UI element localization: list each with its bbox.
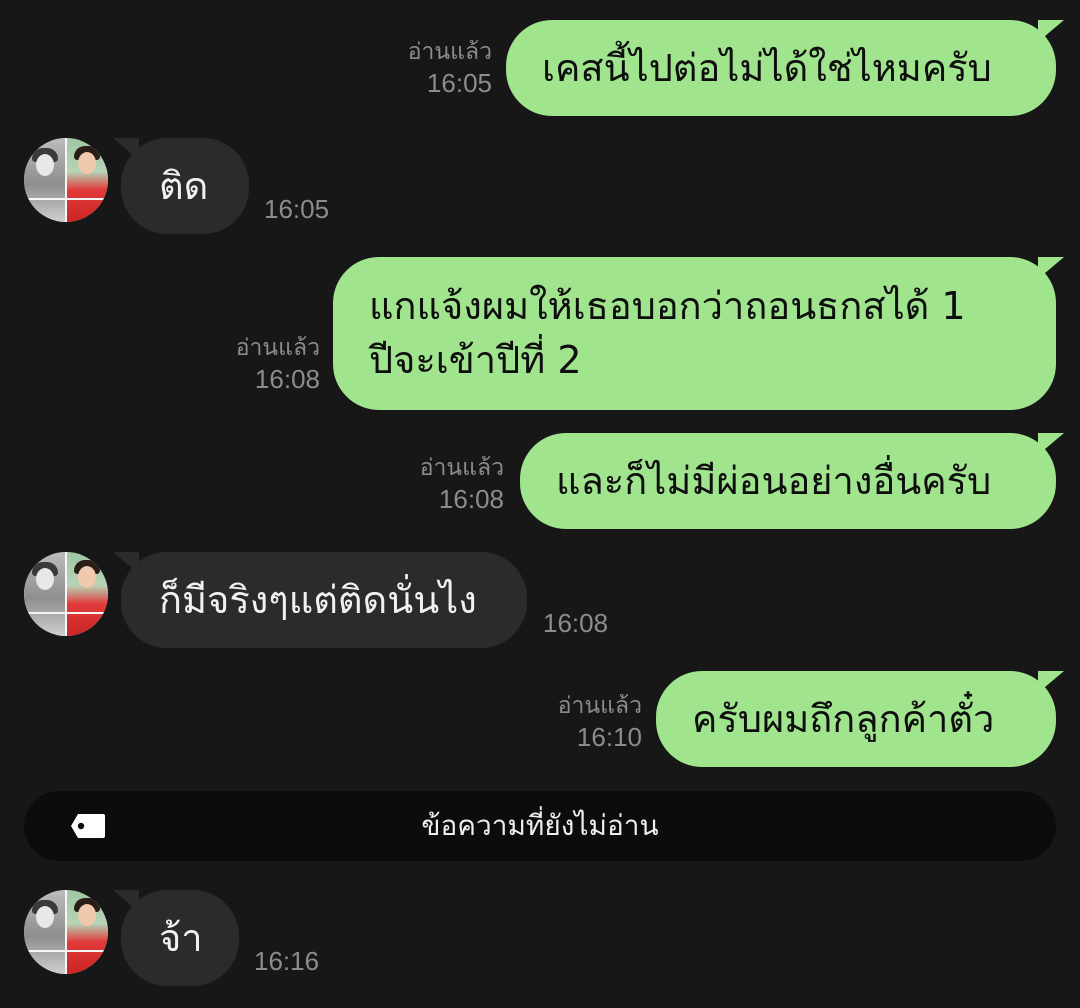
contact-avatar[interactable] (24, 552, 108, 636)
outgoing-message[interactable]: ครับผมถึกลูกค้าตั๋ว (656, 671, 1064, 767)
read-receipt: อ่านแล้ว (407, 38, 492, 64)
message-time: 16:08 (438, 484, 504, 514)
outgoing-message[interactable]: แกแจ้งผมให้เธอบอกว่าถอนธกสได้ 1 ปีจะเข้า… (333, 257, 1064, 410)
message-time: 16:08 (254, 364, 320, 394)
message-text-line: แกแจ้งผมให้เธอบอกว่าถอนธกสได้ 1 (369, 284, 966, 328)
bubble-tail (1038, 671, 1064, 693)
message-text: ติด (159, 164, 209, 208)
bubble-tail (1038, 257, 1064, 279)
read-receipt: อ่านแล้ว (235, 334, 320, 360)
message-time: 16:10 (576, 722, 642, 752)
message-time: 16:16 (254, 946, 320, 976)
incoming-message[interactable]: จ้า (113, 890, 239, 986)
message-meta: อ่านแล้ว 16:08 (374, 452, 504, 516)
message-text-line: ปีจะเข้าปีที่ 2 (369, 338, 582, 382)
outgoing-message[interactable]: และก็ไม่มีผ่อนอย่างอื่นครับ (520, 433, 1064, 529)
incoming-message[interactable]: ก็มีจริงๆแต่ติดนั่นไง (113, 552, 527, 648)
incoming-message[interactable]: ติด (113, 138, 249, 234)
bubble-tail (113, 890, 139, 912)
message-time: 16:05 (264, 194, 330, 224)
bubble-tail (1038, 20, 1064, 42)
outgoing-message[interactable]: เคสนี้ไปต่อไม่ได้ใช่ไหมครับ (506, 20, 1064, 116)
unread-banner-label: ข้อความที่ยังไม่อ่าน (421, 809, 659, 842)
message-meta: อ่านแล้ว 16:08 (190, 332, 320, 396)
read-receipt: อ่านแล้ว (419, 454, 504, 480)
message-meta: อ่านแล้ว 16:10 (510, 690, 642, 754)
message-text: ก็มีจริงๆแต่ติดนั่นไง (159, 578, 477, 622)
bubble-tail (113, 552, 139, 574)
bubble-tail (1038, 433, 1064, 455)
message-time: 16:08 (543, 608, 609, 638)
message-meta: อ่านแล้ว 16:05 (360, 36, 492, 100)
message-text: และก็ไม่มีผ่อนอย่างอื่นครับ (556, 459, 992, 503)
chat-window: อ่านแล้ว 16:05 เคสนี้ไปต่อไม่ได้ใช่ไหมคร… (0, 0, 1080, 1008)
message-text: จ้า (159, 916, 203, 960)
message-time: 16:05 (426, 68, 492, 98)
read-receipt: อ่านแล้ว (557, 692, 642, 718)
message-text: ครับผมถึกลูกค้าตั๋ว (692, 697, 995, 741)
unread-messages-banner[interactable]: ข้อความที่ยังไม่อ่าน (24, 791, 1056, 861)
contact-avatar[interactable] (24, 890, 108, 974)
bubble-tail (113, 138, 139, 160)
contact-avatar[interactable] (24, 138, 108, 222)
message-text: เคสนี้ไปต่อไม่ได้ใช่ไหมครับ (542, 46, 992, 90)
